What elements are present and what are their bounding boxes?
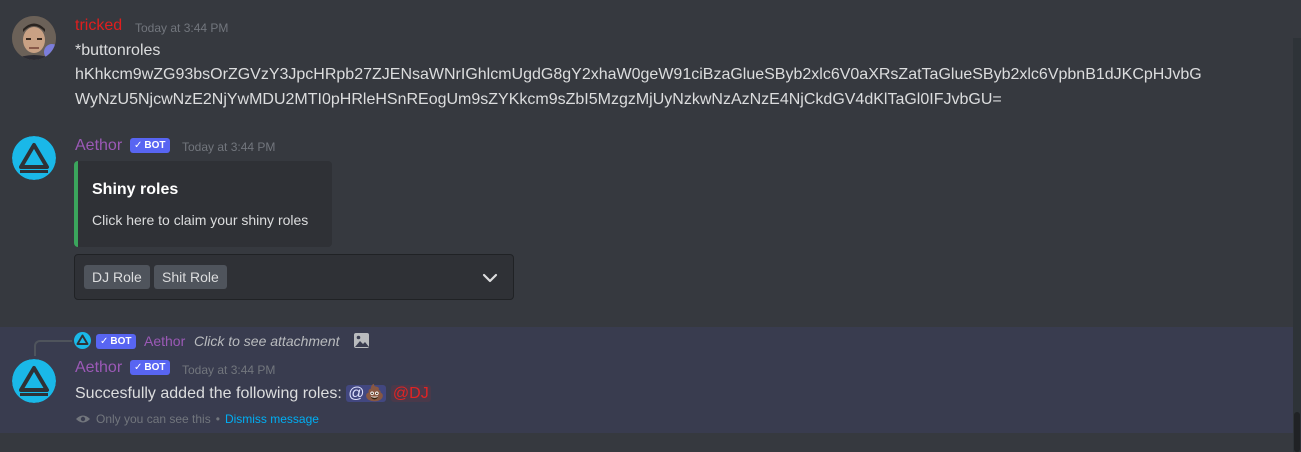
bot-badge: ✓ BOT: [130, 360, 170, 375]
bot-label: BOT: [110, 336, 132, 347]
role-mention-dj[interactable]: @DJ: [390, 385, 431, 402]
scrollbar-track[interactable]: [1293, 38, 1301, 452]
eye-icon: [76, 415, 90, 423]
avatar-tricked-image: [12, 16, 56, 60]
message-text-line: *buttonroles: [75, 42, 161, 59]
bot-label: BOT: [144, 362, 166, 373]
embed: Shiny roles Click here to claim your shi…: [74, 161, 332, 247]
role-select-menu[interactable]: DJ Role Shit Role: [74, 254, 514, 300]
username-aethor[interactable]: Aethor: [75, 359, 122, 377]
reply-avatar-icon: [74, 332, 91, 349]
select-chip-dj-role[interactable]: DJ Role: [84, 265, 150, 289]
avatar-aethor[interactable]: [12, 359, 56, 403]
message-text-line: WyNzU5NjcwNzE2NjYwMDU2MTI0pHRleHSnREogUm…: [75, 91, 1002, 108]
reply-preview-text[interactable]: Click to see attachment: [194, 333, 340, 349]
separator-dot: •: [215, 412, 220, 426]
scrollbar-thumb[interactable]: [1294, 412, 1300, 452]
role-mention-poop[interactable]: @💩: [346, 385, 387, 402]
timestamp: Today at 3:44 PM: [135, 21, 229, 35]
message-content: Succesfully added the following roles: @…: [75, 382, 431, 405]
ephemeral-note-text: Only you can see this: [96, 412, 211, 426]
timestamp: Today at 3:44 PM: [182, 140, 276, 154]
reply-bot-badge: ✓ BOT: [96, 334, 136, 349]
avatar-tricked[interactable]: [12, 16, 56, 60]
check-icon: ✓: [134, 140, 143, 151]
chevron-down-icon[interactable]: [481, 269, 499, 287]
message-text-line: hKhkcm9wZG93bsOrZGVzY3JpcHRpb27ZJENsaWNr…: [75, 66, 1202, 83]
select-chip-shit-role[interactable]: Shit Role: [154, 265, 227, 289]
ephemeral-note: Only you can see this • Dismiss message: [75, 412, 319, 426]
poop-emoji: 💩: [364, 385, 385, 402]
check-icon: ✓: [100, 336, 109, 347]
dismiss-message-link[interactable]: Dismiss message: [225, 412, 319, 426]
embed-description: Click here to claim your shiny roles: [92, 212, 309, 228]
bot-label: BOT: [144, 140, 166, 151]
embed-title: Shiny roles: [92, 181, 179, 198]
avatar-aethor[interactable]: [12, 136, 56, 180]
username-tricked[interactable]: tricked: [75, 17, 122, 35]
message-text: Succesfully added the following roles:: [75, 385, 342, 402]
timestamp: Today at 3:44 PM: [182, 363, 276, 377]
check-icon: ✓: [134, 362, 143, 373]
username-aethor[interactable]: Aethor: [75, 137, 122, 155]
image-icon: [354, 333, 369, 348]
aethor-logo-icon: [12, 136, 56, 180]
mention-at: @: [348, 385, 365, 402]
reply-username[interactable]: Aethor: [144, 333, 185, 349]
aethor-logo-icon: [12, 359, 56, 403]
bot-badge: ✓ BOT: [130, 138, 170, 153]
reply-spine: [34, 340, 72, 356]
